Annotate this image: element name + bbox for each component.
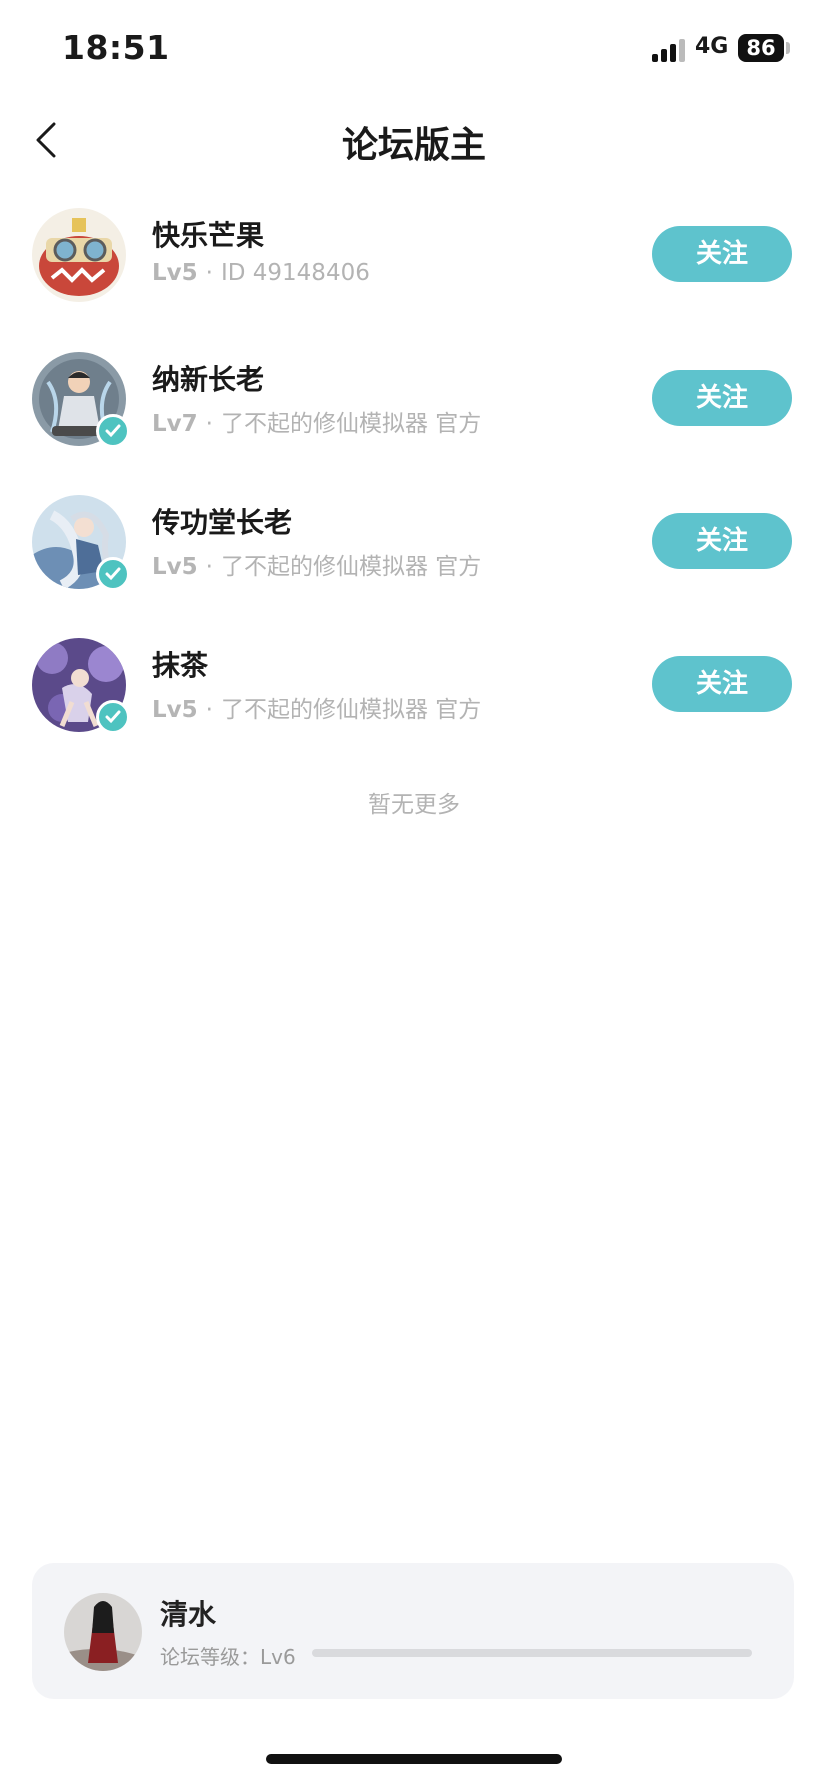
list-item[interactable]: 传功堂长老 Lv5 · 了不起的修仙模拟器 官方 关注 [0,495,828,615]
my-level-label: 论坛等级：Lv6 [160,1645,296,1669]
battery-icon: 86 [738,34,784,62]
avatar[interactable] [64,1593,142,1671]
signal-icon [652,38,688,62]
moderator-level: Lv5 [152,260,198,286]
verified-icon [96,414,130,448]
moderator-info: 了不起的修仙模拟器 官方 [220,554,482,580]
my-name: 清水 [160,1598,217,1631]
separator-dot: · [205,411,213,437]
moderator-name: 快乐芒果 [152,219,265,252]
status-time: 18:51 [62,28,170,67]
moderator-info: 了不起的修仙模拟器 官方 [220,697,482,723]
my-level-card[interactable]: 清水 论坛等级：Lv6 [32,1563,794,1699]
follow-button[interactable]: 关注 [652,656,792,712]
follow-button[interactable]: 关注 [652,370,792,426]
page-title: 论坛版主 [341,125,486,166]
list-item[interactable]: 快乐芒果 Lv5 · ID 49148406 关注 [0,208,828,328]
separator-dot: · [205,554,213,580]
network-type: 4G [695,34,729,59]
level-progress-bar [312,1649,752,1657]
battery-cap [786,42,790,54]
moderator-name: 纳新长老 [152,363,265,396]
moderator-meta: Lv5 · 了不起的修仙模拟器 官方 [152,690,481,724]
home-indicator [266,1754,562,1764]
list-end-text: 暂无更多 [368,792,460,818]
list-item[interactable]: 抹茶 Lv5 · 了不起的修仙模拟器 官方 关注 [0,638,828,758]
moderator-name: 抹茶 [152,649,209,682]
moderator-info: 了不起的修仙模拟器 官方 [220,411,482,437]
moderator-name: 传功堂长老 [152,506,293,539]
moderator-info: ID 49148406 [220,260,370,286]
verified-icon [96,557,130,591]
separator-dot: · [205,260,213,286]
follow-button[interactable]: 关注 [652,226,792,282]
moderator-meta: Lv5 · 了不起的修仙模拟器 官方 [152,547,481,581]
verified-icon [96,700,130,734]
moderator-level: Lv5 [152,697,198,723]
list-item[interactable]: 纳新长老 Lv7 · 了不起的修仙模拟器 官方 关注 [0,352,828,472]
moderator-level: Lv5 [152,554,198,580]
status-bar: 18:51 4G 86 [0,0,828,100]
separator-dot: · [205,697,213,723]
moderator-level: Lv7 [152,411,198,437]
nav-bar: 论坛版主 [0,100,828,180]
avatar[interactable] [32,208,126,302]
follow-button[interactable]: 关注 [652,513,792,569]
moderator-meta: Lv5 · ID 49148406 [152,260,370,286]
moderator-meta: Lv7 · 了不起的修仙模拟器 官方 [152,404,481,438]
